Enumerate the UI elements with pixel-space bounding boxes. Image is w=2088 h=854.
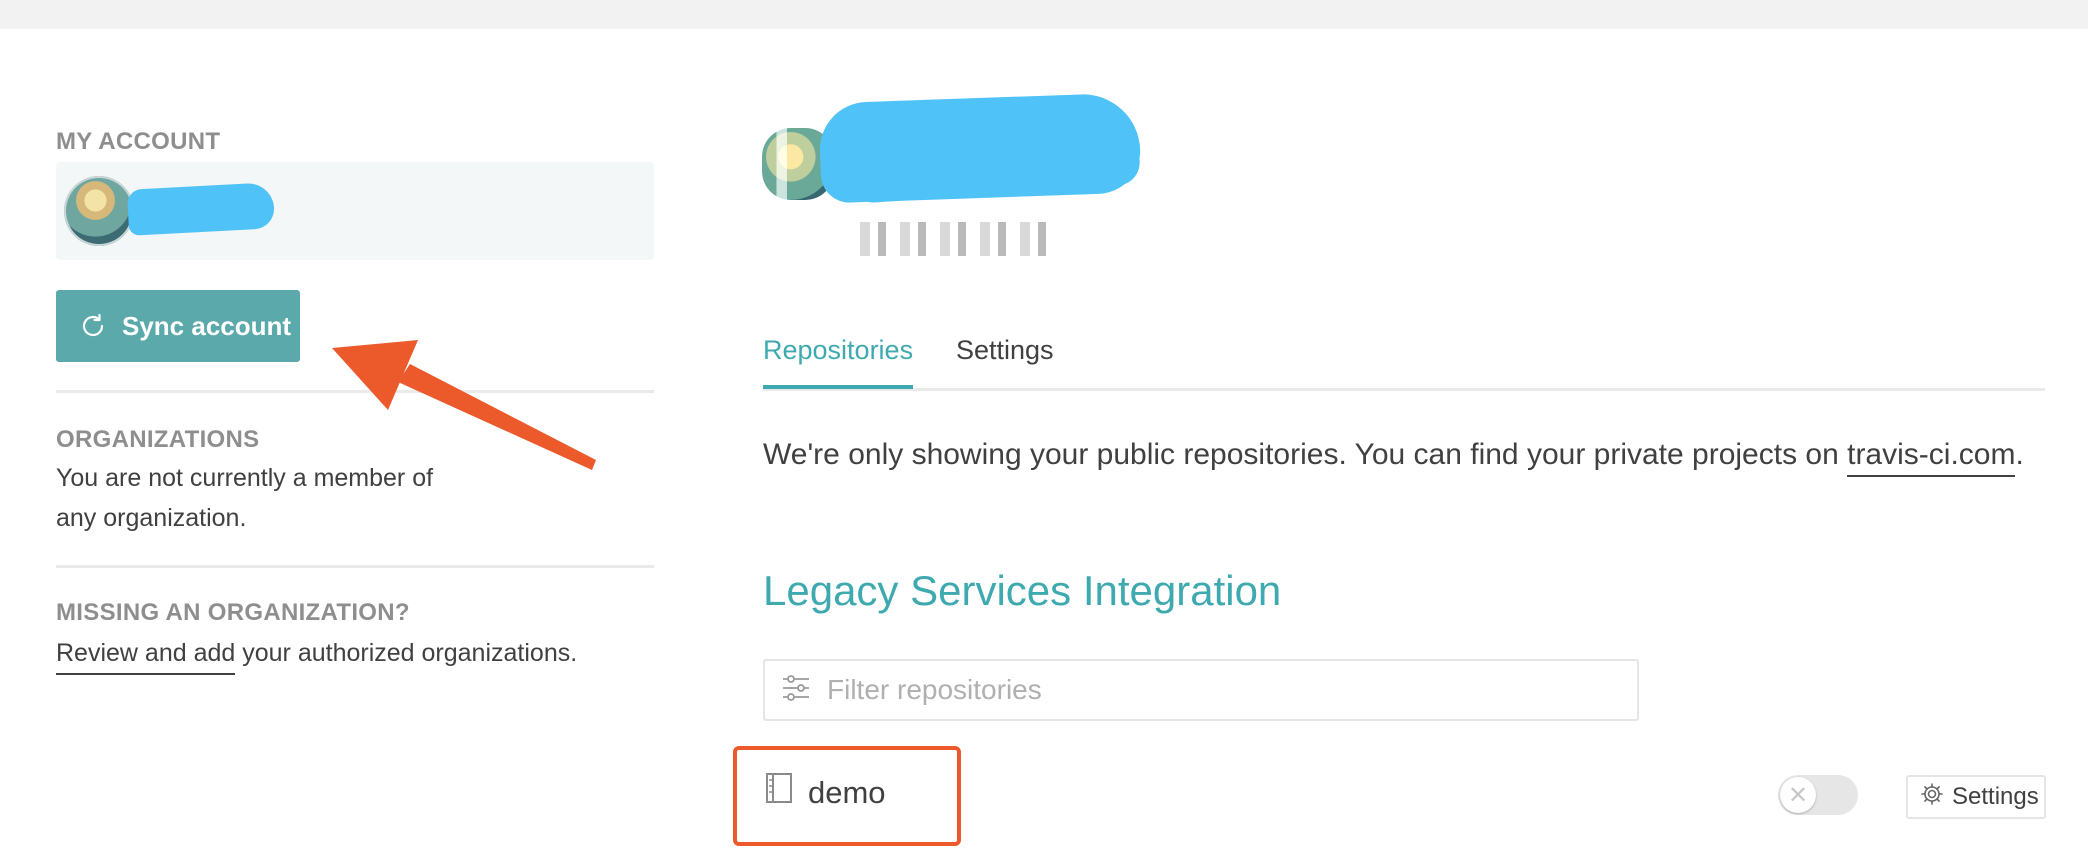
repository-toggle[interactable]: ✕ <box>1778 775 1858 815</box>
tab-settings[interactable]: Settings <box>956 330 1054 385</box>
sync-account-button[interactable]: Sync account <box>56 290 300 362</box>
gear-icon <box>1920 782 1944 813</box>
repository-name[interactable]: demo <box>808 775 886 811</box>
filter-repositories-box[interactable] <box>763 659 1639 721</box>
repository-settings-button[interactable]: Settings <box>1906 775 2046 819</box>
annotation-arrow <box>332 340 596 470</box>
review-rest-text: your authorized organizations. <box>235 639 578 667</box>
repository-settings-label: Settings <box>1952 783 2039 810</box>
toggle-off-icon: ✕ <box>1780 777 1816 813</box>
tab-repositories[interactable]: Repositories <box>763 330 914 389</box>
organizations-text-line2: any organization. <box>56 504 247 532</box>
redacted-profile-subtitle <box>860 222 1060 256</box>
review-and-add-link[interactable]: Review and add <box>56 639 236 675</box>
sliders-icon <box>781 673 811 708</box>
travis-ci-com-link[interactable]: travis-ci.com <box>1847 438 2016 477</box>
profile-tabs: Repositories Settings <box>763 330 2045 391</box>
my-account-heading: MY ACCOUNT <box>56 128 221 155</box>
redacted-username <box>126 182 276 236</box>
repo-book-icon <box>764 772 794 814</box>
notice-text: We're only showing your public repositor… <box>763 438 1848 471</box>
filter-repositories-input[interactable] <box>825 673 1609 707</box>
missing-organization-heading: MISSING AN ORGANIZATION? <box>56 599 410 626</box>
legacy-services-heading: Legacy Services Integration <box>763 567 1282 614</box>
repository-row[interactable]: demo <box>764 772 886 814</box>
sidebar-divider <box>56 565 654 568</box>
organizations-heading: ORGANIZATIONS <box>56 426 260 453</box>
public-repos-notice: We're only showing your public repositor… <box>763 438 2024 477</box>
sync-icon <box>78 311 108 341</box>
top-bar <box>0 0 2088 29</box>
review-organizations-text: Review and add your authorized organizat… <box>56 633 578 675</box>
notice-suffix: . <box>2015 438 2024 471</box>
user-avatar <box>64 176 134 246</box>
sync-account-label: Sync account <box>122 310 292 341</box>
